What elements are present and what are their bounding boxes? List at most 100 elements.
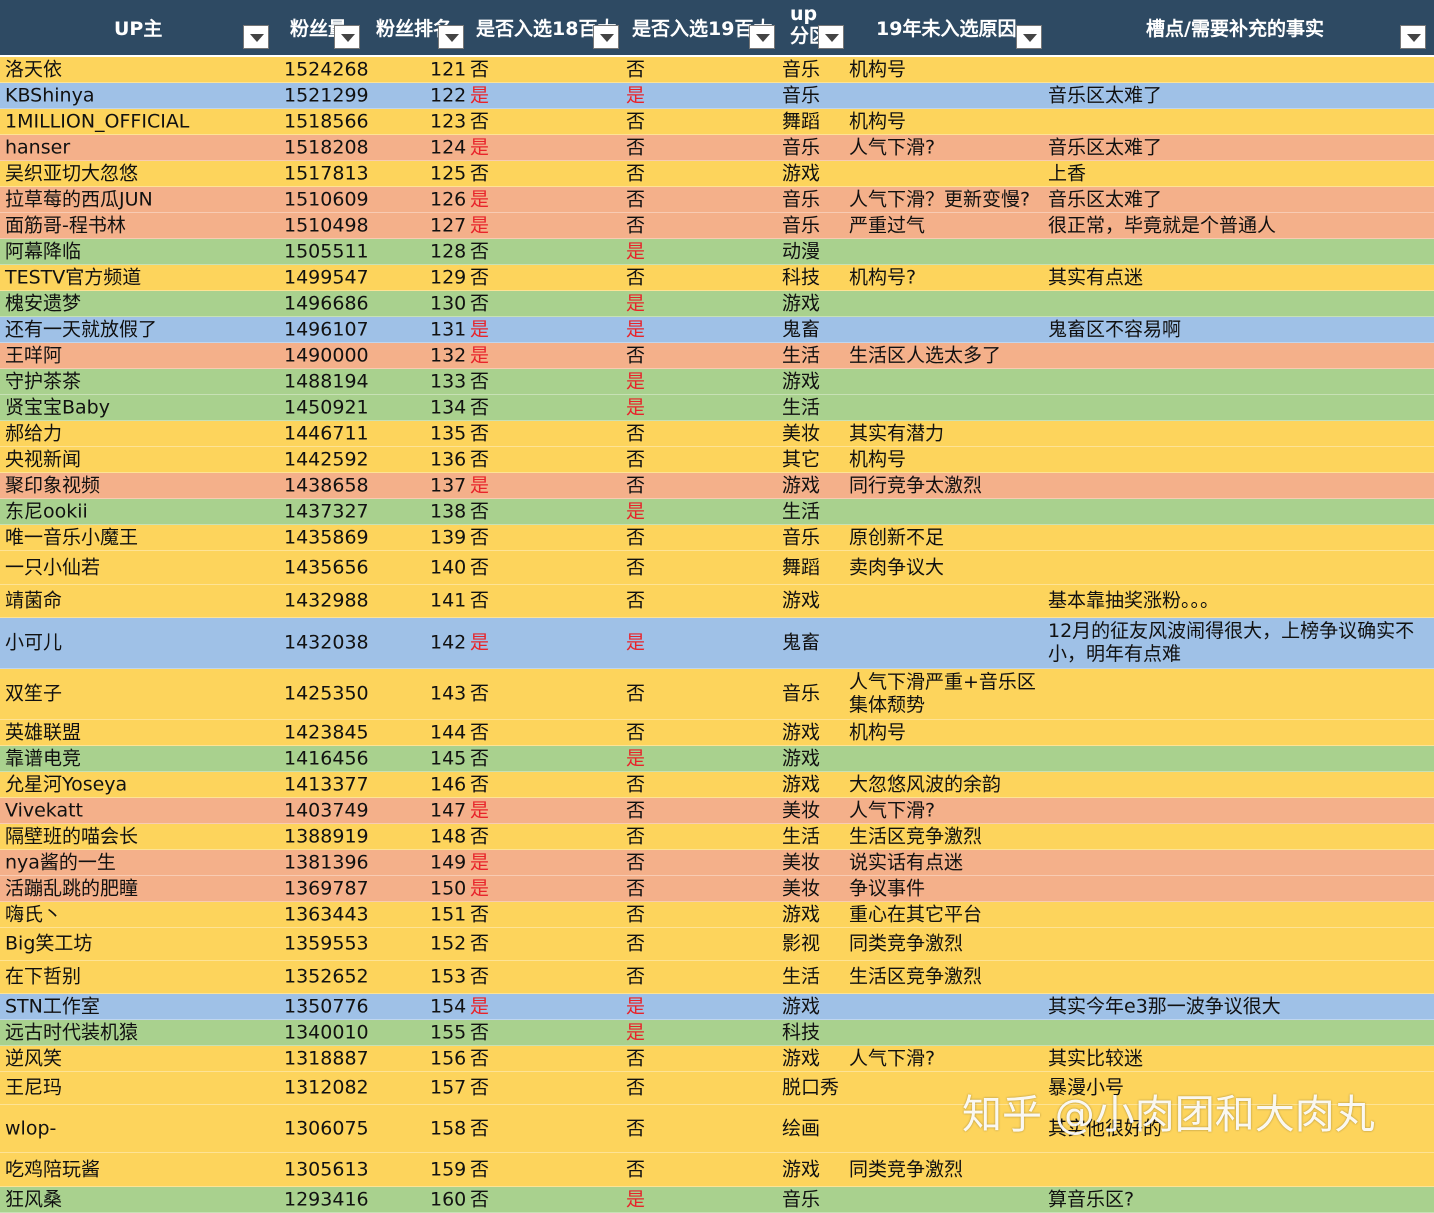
cell-reason[interactable] xyxy=(849,83,1039,108)
table-row[interactable]: 阿幕降临 1505511 128 否 是 动漫 xyxy=(0,239,1434,265)
cell-reason[interactable] xyxy=(849,395,1039,420)
cell-note[interactable] xyxy=(1048,447,1428,472)
cell-reason[interactable]: 机构号 xyxy=(849,447,1039,472)
cell-reason[interactable]: 同类竞争激烈 xyxy=(849,928,1039,960)
cell-reason[interactable]: 争议事件 xyxy=(849,876,1039,901)
cell-reason[interactable]: 生活区竞争激烈 xyxy=(849,824,1039,849)
cell-reason[interactable] xyxy=(849,746,1039,771)
table-row[interactable]: 远古时代装机猿 1340010 155 否 是 科技 xyxy=(0,1020,1434,1046)
filter-dropdown-icon[interactable] xyxy=(334,25,360,49)
table-row[interactable]: 守护茶茶 1488194 133 否 是 游戏 xyxy=(0,369,1434,395)
cell-note[interactable] xyxy=(1048,473,1428,498)
cell-note[interactable] xyxy=(1048,499,1428,524)
cell-note[interactable] xyxy=(1048,291,1428,316)
table-row[interactable]: nya酱的一生 1381396 149 是 否 美妆 说实话有点迷 xyxy=(0,850,1434,876)
table-row[interactable]: 隔壁班的喵会长 1388919 148 否否生活 生活区竞争激烈 xyxy=(0,824,1434,850)
cell-note[interactable] xyxy=(1048,746,1428,771)
cell-reason[interactable] xyxy=(849,239,1039,264)
cell-reason[interactable]: 原创新不足 xyxy=(849,525,1039,550)
cell-reason[interactable]: 说实话有点迷 xyxy=(849,850,1039,875)
table-row[interactable]: 唯一音乐小魔王 1435869 139 否否音乐 原创新不足 xyxy=(0,525,1434,551)
table-row[interactable]: 吴织亚切大忽悠 1517813 125 否否游戏 上香 xyxy=(0,161,1434,187)
table-row[interactable]: 面筋哥-程书林 1510498 127 是 否 音乐 严重过气 很正常，毕竟就是个普通人 xyxy=(0,213,1434,239)
table-row[interactable]: 活蹦乱跳的肥瞳 1369787 150 是 否 美妆 争议事件 xyxy=(0,876,1434,902)
cell-reason[interactable] xyxy=(849,1187,1039,1212)
cell-note[interactable]: 其实比较迷 xyxy=(1048,1046,1428,1071)
table-row[interactable]: KBShinya 1521299 122 是是音乐 音乐区太难了 xyxy=(0,83,1434,109)
cell-note[interactable]: 12月的征友风波闹得很大，上榜争议确实不小，明年有点难 xyxy=(1048,618,1428,668)
cell-reason[interactable] xyxy=(849,317,1039,342)
table-row[interactable]: TESTV官方频道 1499547 129 否否科技 机构号? 其实有点迷 xyxy=(0,265,1434,291)
filter-dropdown-icon[interactable] xyxy=(749,25,775,49)
cell-reason[interactable]: 严重过气 xyxy=(849,213,1039,238)
filter-dropdown-icon[interactable] xyxy=(1016,25,1042,49)
cell-note[interactable] xyxy=(1048,421,1428,446)
cell-note[interactable] xyxy=(1048,239,1428,264)
cell-note[interactable] xyxy=(1048,109,1428,134)
cell-reason[interactable]: 生活区竞争激烈 xyxy=(849,961,1039,993)
cell-note[interactable] xyxy=(1048,850,1428,875)
table-row[interactable]: 贤宝宝Baby 1450921 134 否 是 生活 xyxy=(0,395,1434,421)
cell-reason[interactable] xyxy=(849,291,1039,316)
cell-note[interactable]: 很正常，毕竟就是个普通人 xyxy=(1048,213,1428,238)
table-row[interactable]: 洛天依 1524268 121 否否音乐 机构号 xyxy=(0,57,1434,83)
cell-reason[interactable]: 机构号? xyxy=(849,265,1039,290)
table-row[interactable]: 还有一天就放假了 1496107 131 是是鬼畜 鬼畜区不容易啊 xyxy=(0,317,1434,343)
cell-reason[interactable]: 机构号 xyxy=(849,109,1039,134)
cell-reason[interactable] xyxy=(849,161,1039,186)
cell-note[interactable] xyxy=(1048,395,1428,420)
cell-note[interactable]: 其实有点迷 xyxy=(1048,265,1428,290)
cell-reason[interactable] xyxy=(849,994,1039,1019)
filter-dropdown-icon[interactable] xyxy=(593,25,619,49)
cell-note[interactable]: 鬼畜区不容易啊 xyxy=(1048,317,1428,342)
cell-reason[interactable]: 人气下滑? xyxy=(849,135,1039,160)
table-row[interactable]: 逆风笑 1318887 156 否否游戏 人气下滑? 其实比较迷 xyxy=(0,1046,1434,1072)
cell-note[interactable] xyxy=(1048,525,1428,550)
cell-reason[interactable]: 机构号 xyxy=(849,720,1039,745)
table-row[interactable]: STN工作室 1350776 154 是是游戏 其实今年e3那一波争议很大 xyxy=(0,994,1434,1020)
cell-reason[interactable]: 同行竞争太激烈 xyxy=(849,473,1039,498)
table-row[interactable]: Vivekatt 1403749 147 是 否 美妆 人气下滑? xyxy=(0,798,1434,824)
table-row[interactable]: 槐安遗梦 1496686 130 否 是 游戏 xyxy=(0,291,1434,317)
cell-note[interactable] xyxy=(1048,57,1428,82)
cell-reason[interactable] xyxy=(849,585,1039,617)
cell-reason[interactable]: 人气下滑？更新变慢? xyxy=(849,187,1039,212)
cell-note[interactable]: 基本靠抽奖涨粉。。。 xyxy=(1048,585,1428,617)
table-row[interactable]: 1MILLION_OFFICIAL 1518566 123 否否舞蹈 机构号 xyxy=(0,109,1434,135)
cell-note[interactable] xyxy=(1048,720,1428,745)
table-row[interactable]: 英雄联盟 1423845 144 否否游戏 机构号 xyxy=(0,720,1434,746)
filter-dropdown-icon[interactable] xyxy=(818,25,844,49)
table-row[interactable]: 小可儿 1432038 142 是是鬼畜 12月的征友风波闹得很大，上榜争议确实不小，明… xyxy=(0,618,1434,669)
cell-reason[interactable]: 机构号 xyxy=(849,57,1039,82)
table-row[interactable]: 央视新闻 1442592 136 否否其它 机构号 xyxy=(0,447,1434,473)
filter-dropdown-icon[interactable] xyxy=(438,25,464,49)
table-row[interactable]: 双笙子 1425350 143 否否音乐 人气下滑严重+音乐区集体颓势 xyxy=(0,669,1434,720)
filter-dropdown-icon[interactable] xyxy=(243,25,269,49)
cell-reason[interactable]: 重心在其它平台 xyxy=(849,902,1039,927)
cell-note[interactable] xyxy=(1048,824,1428,849)
cell-note[interactable] xyxy=(1048,1020,1428,1045)
table-row[interactable]: hanser 1518208 124 是 否 音乐 人气下滑? 音乐区太难了 xyxy=(0,135,1434,161)
table-row[interactable]: 靖菌命 1432988 141 否否游戏 基本靠抽奖涨粉。。。 xyxy=(0,585,1434,618)
filter-dropdown-icon[interactable] xyxy=(1400,25,1426,49)
table-row[interactable]: 聚印象视频 1438658 137 是 否 游戏 同行竞争太激烈 xyxy=(0,473,1434,499)
table-row[interactable]: 一只小仙若 1435656 140 否否舞蹈 卖肉争议大 xyxy=(0,551,1434,585)
cell-note[interactable] xyxy=(1048,669,1428,719)
cell-note[interactable]: 音乐区太难了 xyxy=(1048,83,1428,108)
table-row[interactable]: 在下哲别 1352652 153 否否生活 生活区竞争激烈 xyxy=(0,961,1434,994)
table-row[interactable]: 嗨氏丶 1363443 151 否否游戏 重心在其它平台 xyxy=(0,902,1434,928)
cell-reason[interactable]: 卖肉争议大 xyxy=(849,551,1039,584)
cell-reason[interactable]: 人气下滑严重+音乐区集体颓势 xyxy=(849,669,1039,719)
cell-reason[interactable] xyxy=(849,618,1039,668)
table-row[interactable]: 靠谱电竞 1416456 145 否 是 游戏 xyxy=(0,746,1434,772)
cell-reason[interactable] xyxy=(849,369,1039,394)
cell-note[interactable] xyxy=(1048,928,1428,960)
cell-note[interactable]: 上香 xyxy=(1048,161,1428,186)
cell-reason[interactable]: 其实有潜力 xyxy=(849,421,1039,446)
table-row[interactable]: 郝给力 1446711 135 否否美妆 其实有潜力 xyxy=(0,421,1434,447)
table-row[interactable]: Big笑工坊 1359553 152 否否影视 同类竞争激烈 xyxy=(0,928,1434,961)
cell-reason[interactable]: 人气下滑? xyxy=(849,1046,1039,1071)
cell-note[interactable]: 其实今年e3那一波争议很大 xyxy=(1048,994,1428,1019)
cell-note[interactable] xyxy=(1048,551,1428,584)
cell-reason[interactable]: 人气下滑? xyxy=(849,798,1039,823)
